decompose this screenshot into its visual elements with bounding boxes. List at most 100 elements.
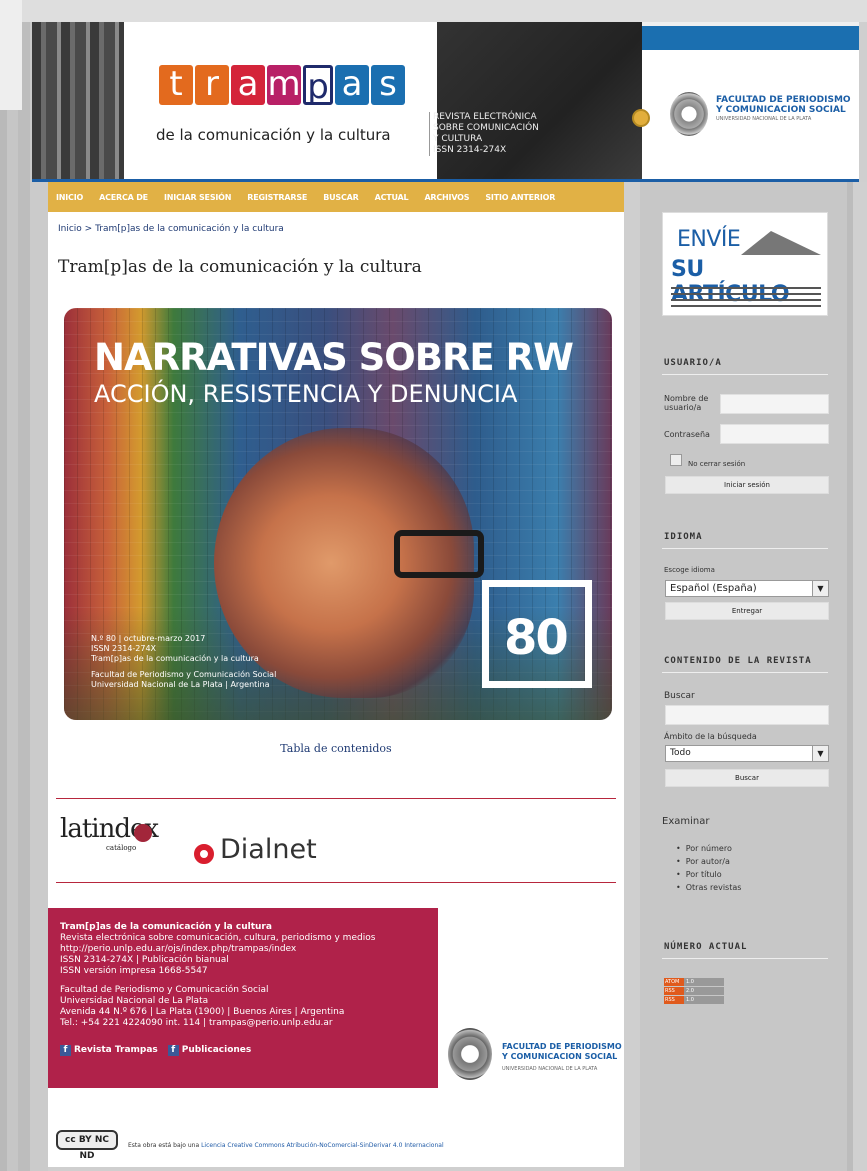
logo-letter: a (231, 65, 265, 105)
rosette-icon (134, 824, 152, 842)
language-submit-button[interactable]: Entregar (665, 602, 829, 620)
facebook-links: f Revista Trampas f Publicaciones (60, 1045, 426, 1056)
remember-checkbox[interactable] (670, 454, 682, 466)
cover-meta-line: N.º 80 | octubre-marzo 2017 (91, 634, 206, 643)
nav-sitio-anterior[interactable]: SITIO ANTERIOR (485, 193, 555, 202)
nav-registrarse[interactable]: REGISTRARSE (247, 193, 307, 202)
university-seal-icon (670, 92, 708, 136)
banner-line: ENVÍE (677, 227, 741, 252)
rss2-feed-button[interactable]: RSS 2.0 (664, 987, 724, 995)
cover-title: NARRATIVAS SOBRE RW (94, 336, 574, 379)
feed-type: RSS (664, 987, 684, 995)
header-description: REVISTA ELECTRÓNICA SOBRE COMUNICACIÓN Y… (429, 112, 549, 156)
footer-faculty-title[interactable]: FACULTAD DE PERIODISMO Y COMUNICACION SO… (502, 1042, 622, 1062)
license-link[interactable]: Licencia Creative Commons Atribución-NoC… (201, 1142, 444, 1149)
info-line[interactable]: http://perio.unlp.edu.ar/ojs/index.php/t… (60, 944, 426, 955)
desc-line: ISSN 2314-274X (433, 145, 507, 155)
info-line: Revista electrónica sobre comunicación, … (60, 933, 376, 943)
language-heading: IDIOMA (664, 532, 703, 542)
glasses (394, 530, 484, 578)
facebook-link-trampas[interactable]: f Revista Trampas (60, 1045, 158, 1056)
language-value: Español (España) (670, 583, 757, 594)
university-seal-icon (448, 1028, 492, 1080)
faculty-subtitle: UNIVERSIDAD NACIONAL DE LA PLATA (716, 116, 812, 122)
info-line: ISSN versión impresa 1668-5547 (60, 966, 208, 976)
nav-iniciar-sesion[interactable]: INICIAR SESIÓN (164, 193, 231, 202)
table-of-contents-link[interactable]: Tabla de contenidos (48, 742, 624, 755)
journal-logo[interactable]: trampas de la comunicación y la cultura (124, 22, 437, 182)
username-input[interactable] (720, 394, 829, 414)
faculty-line: Y COMUNICACION SOCIAL (716, 105, 846, 115)
info-line: Avenida 44 N.º 676 | La Plata (1900) | B… (60, 1007, 345, 1017)
scope-value: Todo (670, 748, 691, 758)
logo-subtitle: de la comunicación y la cultura (156, 126, 391, 144)
header-stripes (32, 22, 124, 182)
cover-meta-line: Universidad Nacional de La Plata | Argen… (91, 680, 270, 689)
browse-by-title[interactable]: Por título (676, 868, 741, 881)
feed-buttons: ATOM 1.0 RSS 2.0 RSS 1.0 (664, 978, 724, 1005)
divider (662, 548, 828, 549)
faculty-logo-box[interactable]: FACULTAD DE PERIODISMO Y COMUNICACION SO… (642, 22, 859, 182)
facebook-label: Revista Trampas (74, 1045, 158, 1055)
license-text: Esta obra está bajo una Licencia Creativ… (128, 1142, 444, 1149)
creative-commons-badge[interactable]: cc BY NC ND (56, 1130, 118, 1161)
logo-wordmark: trampas (159, 65, 405, 106)
nav-buscar[interactable]: BUSCAR (323, 193, 359, 202)
cover-meta-line: Tram[p]as de la comunicación y la cultur… (91, 654, 259, 663)
language-select[interactable]: Español (España) ▼ (665, 580, 829, 597)
browse-by-author[interactable]: Por autor/a (676, 855, 741, 868)
facebook-label: Publicaciones (181, 1045, 252, 1055)
info-line: Facultad de Periodismo y Comunicación So… (60, 985, 269, 995)
issue-cover-image[interactable]: NARRATIVAS SOBRE RW ACCIÓN, RESISTENCIA … (64, 308, 612, 720)
divider (662, 374, 828, 375)
password-input[interactable] (720, 424, 829, 444)
atom-feed-button[interactable]: ATOM 1.0 (664, 978, 724, 986)
license-prefix: Esta obra está bajo una (128, 1142, 202, 1149)
faculty-line: Y COMUNICACION SOCIAL (502, 1052, 618, 1061)
info-line: Tram[p]as de la comunicación y la cultur… (60, 922, 272, 932)
info-line: Tel.: +54 221 4224090 int. 114 | trampas… (60, 1018, 333, 1028)
nav-acerca-de[interactable]: ACERCA DE (99, 193, 148, 202)
feed-version: 1.0 (684, 978, 724, 986)
feed-version: 1.0 (684, 996, 724, 1004)
mountain-icon (741, 231, 821, 255)
divider (662, 672, 828, 673)
scope-select[interactable]: Todo ▼ (665, 745, 829, 762)
orange-dot-icon (632, 109, 650, 127)
header-dark-panel (437, 22, 642, 182)
issue-number: 80 (504, 610, 569, 666)
dialnet-icon (194, 844, 214, 864)
browse-other-journals[interactable]: Otras revistas (676, 881, 742, 894)
cover-meta-line: ISSN 2314-274X (91, 644, 157, 653)
browse-label: Examinar (662, 816, 710, 827)
faculty-title: FACULTAD DE PERIODISMO Y COMUNICACION SO… (716, 95, 856, 115)
dialnet-logo[interactable]: Dialnet (220, 834, 317, 865)
facebook-link-publicaciones[interactable]: f Publicaciones (167, 1045, 252, 1056)
breadcrumb[interactable]: Inicio > Tram[p]as de la comunicación y … (58, 224, 284, 234)
search-button[interactable]: Buscar (665, 769, 829, 787)
logo-letter: s (371, 65, 405, 105)
nav-archivos[interactable]: ARCHIVOS (424, 193, 469, 202)
main-content: Inicio > Tram[p]as de la comunicación y … (48, 212, 624, 798)
info-line: Universidad Nacional de La Plata (60, 996, 209, 1006)
faculty-line: FACULTAD DE PERIODISMO (716, 95, 851, 105)
user-heading: USUARIO/A (664, 358, 722, 368)
decorative-lines (671, 287, 821, 307)
cover-subtitle: ACCIÓN, RESISTENCIA Y DENUNCIA (94, 380, 518, 408)
feed-type: ATOM (664, 978, 684, 986)
search-input[interactable] (665, 705, 829, 725)
nav-actual[interactable]: ACTUAL (375, 193, 409, 202)
content-heading: CONTENIDO DE LA REVISTA (664, 656, 812, 666)
nav-inicio[interactable]: INICIO (56, 193, 83, 202)
browse-by-issue[interactable]: Por número (676, 842, 741, 855)
login-button[interactable]: Iniciar sesión (665, 476, 829, 494)
browse-list: Por número Por autor/a Por título Otras … (676, 842, 742, 894)
background-top (0, 0, 867, 22)
scope-label: Ámbito de la búsqueda (664, 732, 757, 741)
desc-line: REVISTA ELECTRÓNICA (433, 112, 537, 122)
sidebar-stripes (847, 182, 867, 1171)
username-label: Nombre de usuario/a (664, 394, 709, 412)
logo-letter: t (159, 65, 193, 105)
submit-article-banner[interactable]: ENVÍE SU ARTÍCULO (662, 212, 828, 316)
rss1-feed-button[interactable]: RSS 1.0 (664, 996, 724, 1004)
